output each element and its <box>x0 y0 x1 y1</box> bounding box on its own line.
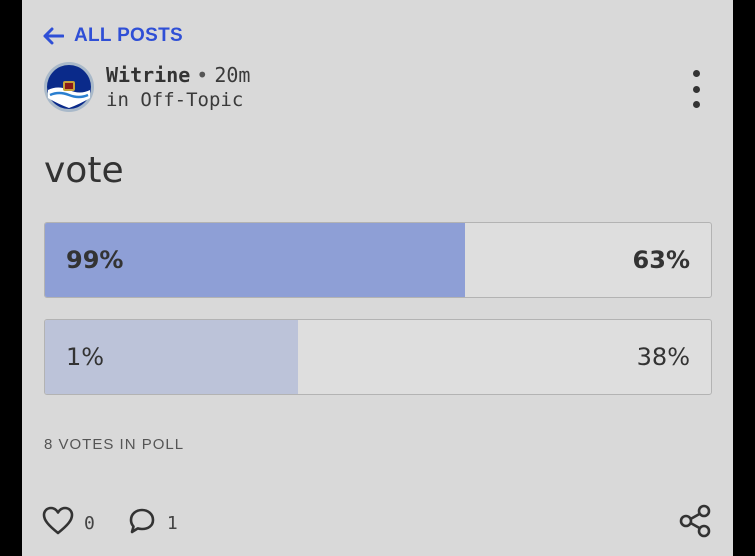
poll-option-2[interactable]: 1% 38% <box>44 319 712 395</box>
separator-dot: • <box>196 63 209 87</box>
back-to-all-posts-link[interactable]: ALL POSTS <box>42 22 183 50</box>
more-options-button[interactable] <box>686 70 706 108</box>
poll-option-1-left-label: 99% <box>66 246 124 274</box>
community-label[interactable]: in Off-Topic <box>106 89 250 111</box>
comment-icon <box>127 506 157 540</box>
poll-option-1[interactable]: 99% 63% <box>44 222 712 298</box>
post-time: 20m <box>214 63 251 87</box>
poll-option-1-right-label: 63% <box>632 246 690 274</box>
arrow-left-icon <box>42 27 64 45</box>
comment-button[interactable]: 1 <box>127 506 178 540</box>
comment-count: 1 <box>166 512 178 534</box>
post-title: vote <box>44 150 124 191</box>
more-vertical-icon <box>692 70 700 77</box>
heart-icon <box>42 506 74 540</box>
back-label: ALL POSTS <box>74 25 183 46</box>
post-meta: Witrine • 20m in Off-Topic <box>44 62 250 112</box>
like-button[interactable]: 0 <box>42 506 95 540</box>
poll-votes-count: 8 VOTES IN POLL <box>44 436 185 453</box>
like-count: 0 <box>84 512 95 534</box>
share-button[interactable] <box>678 504 712 542</box>
author-name[interactable]: Witrine <box>106 63 190 87</box>
avatar[interactable] <box>44 62 94 112</box>
post-card: ALL POSTS Witrine • 20m in Off-Topic vote … <box>22 0 733 556</box>
share-icon <box>678 504 712 542</box>
poll-option-2-right-label: 38% <box>636 343 690 371</box>
poll-option-2-left-label: 1% <box>66 343 105 371</box>
post-actions: 0 1 <box>42 506 178 540</box>
